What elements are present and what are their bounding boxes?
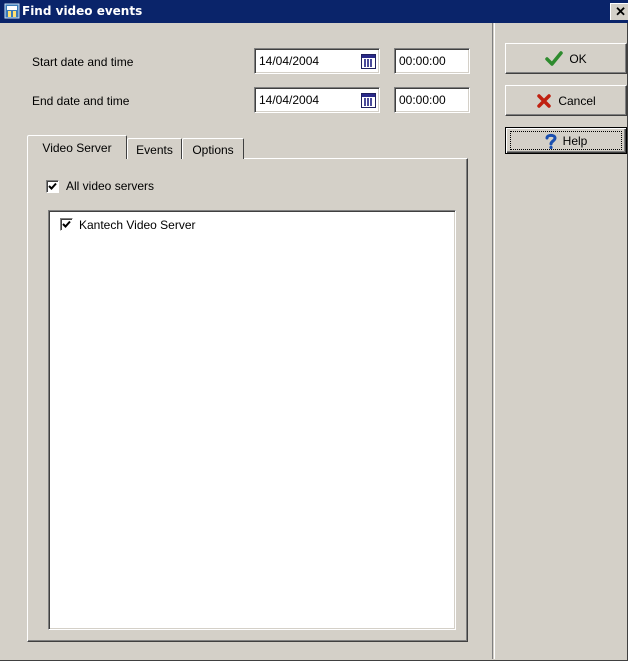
actions-panel: [494, 23, 628, 659]
active-tab-joiner: [28, 158, 126, 160]
end-time-field[interactable]: 00:00:00: [394, 87, 470, 113]
server-checkbox[interactable]: [60, 218, 73, 231]
start-time-value: 00:00:00: [399, 54, 446, 68]
calendar-icon[interactable]: [361, 93, 376, 108]
help-label: Help: [562, 133, 588, 148]
x-icon: [537, 93, 552, 108]
title-bar[interactable]: Find video events ✕: [0, 0, 628, 23]
end-time-value: 00:00:00: [399, 93, 446, 107]
checkmark-icon: [48, 182, 57, 190]
tab-label: Options: [192, 143, 234, 157]
list-item[interactable]: Kantech Video Server: [57, 217, 357, 233]
tab-video-server[interactable]: Video Server: [27, 135, 127, 159]
ok-label: OK: [569, 51, 587, 66]
end-date-label: End date and time: [32, 94, 130, 108]
tab-options[interactable]: Options: [182, 138, 244, 159]
checkmark-icon: [545, 50, 564, 66]
checkmark-icon: [62, 220, 71, 228]
tab-events[interactable]: Events: [127, 138, 182, 159]
end-date-value: 14/04/2004: [259, 93, 320, 107]
calendar-icon[interactable]: [361, 54, 376, 69]
tab-label: Events: [136, 143, 173, 157]
window-title: Find video events: [22, 4, 143, 18]
all-video-servers-checkbox[interactable]: [46, 180, 59, 193]
question-icon: [545, 133, 557, 149]
video-servers-list[interactable]: Kantech Video Server: [48, 210, 456, 630]
server-label: Kantech Video Server: [79, 218, 196, 232]
start-date-value: 14/04/2004: [259, 54, 320, 68]
cancel-button[interactable]: Cancel: [505, 85, 627, 116]
end-date-field[interactable]: 14/04/2004: [254, 87, 380, 113]
find-video-events-dialog: Find video events ✕ Start date and time …: [0, 0, 628, 661]
start-date-field[interactable]: 14/04/2004: [254, 48, 380, 74]
close-button[interactable]: ✕: [610, 3, 628, 20]
start-date-label: Start date and time: [32, 55, 134, 69]
start-time-field[interactable]: 00:00:00: [394, 48, 470, 74]
cancel-label: Cancel: [558, 93, 596, 108]
app-icon: [4, 3, 20, 19]
all-video-servers-label: All video servers: [66, 179, 155, 193]
help-button[interactable]: Help: [505, 127, 627, 154]
close-icon: ✕: [615, 4, 626, 19]
ok-button[interactable]: OK: [505, 43, 627, 74]
tab-label: Video Server: [42, 141, 112, 155]
